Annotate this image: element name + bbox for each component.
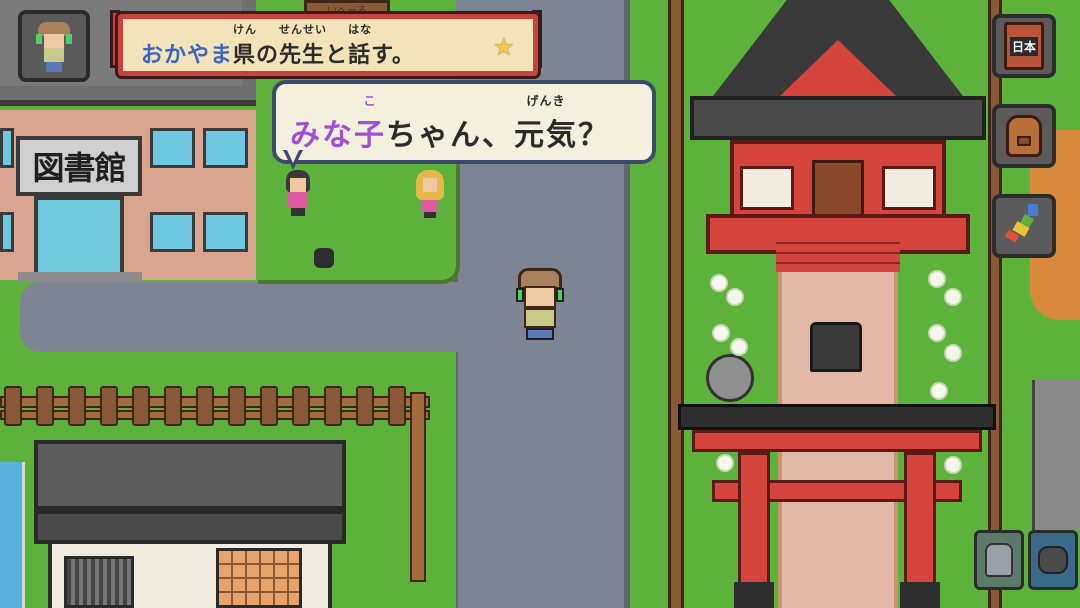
player-character[interactable]: [514, 268, 566, 342]
player-avatar-icon: [36, 22, 72, 72]
npc-minako[interactable]: [414, 170, 446, 218]
japan-map-icon: [1004, 204, 1044, 248]
dog-icon: [1038, 546, 1068, 574]
dictionary-button[interactable]: 日本: [992, 14, 1056, 78]
black-cat[interactable]: [314, 248, 334, 268]
backpack-icon: [1006, 115, 1042, 157]
flower: [728, 290, 742, 304]
torii-gate: [678, 404, 996, 608]
flower: [714, 326, 728, 340]
flower: [946, 346, 960, 360]
quest-sensei: せんせい 先生: [279, 23, 328, 68]
quest-hana: はな話: [348, 23, 373, 68]
dialog-name: みな: [290, 118, 354, 153]
flower: [732, 340, 746, 354]
library-sign-text: 図書館: [32, 149, 126, 187]
map-button[interactable]: [992, 194, 1056, 258]
stone-lantern: [706, 354, 754, 402]
flower: [930, 326, 944, 340]
wooden-fence: [0, 382, 430, 430]
fence-vertical: [410, 392, 426, 582]
dialog-text: みなこ子ちゃん、 げんき 元気？: [290, 94, 610, 153]
library-sign: 図書館: [16, 136, 142, 196]
dialog-genki: げんき 元気: [514, 94, 578, 153]
npc-boy[interactable]: [282, 170, 314, 216]
rock-wall: [1032, 380, 1080, 530]
flower: [946, 290, 960, 304]
quest-banner: おかやま けん 県の せんせい 先生と はな 話す。 ★: [118, 14, 538, 76]
dictionary-label: 日本: [1009, 36, 1038, 56]
quest-text: おかやま けん 県の せんせい 先生と はな 話す。: [141, 23, 415, 68]
star-icon: ★: [493, 33, 515, 61]
side-road: [20, 282, 460, 352]
pet-slot-dog[interactable]: [1028, 530, 1078, 590]
backpack-button[interactable]: [992, 104, 1056, 168]
shrine-building: [690, 0, 986, 272]
library-door[interactable]: [34, 196, 124, 282]
book-icon: 日本: [1004, 22, 1044, 70]
pond: [0, 462, 25, 608]
dialog-name-kanji: こ子: [354, 94, 386, 153]
flower: [932, 384, 946, 398]
flower: [712, 276, 726, 290]
quest-ken: けん県: [233, 23, 258, 68]
player-portrait-button[interactable]: [18, 10, 90, 82]
offering-box[interactable]: [810, 322, 862, 372]
dialog-bubble[interactable]: みなこ子ちゃん、 げんき 元気？: [272, 80, 656, 164]
pet-slot-cat[interactable]: [974, 530, 1024, 590]
cat-icon: [985, 543, 1013, 577]
japanese-house: [34, 440, 346, 608]
dialog-bubble-tail-inner: [287, 150, 299, 163]
quest-prefecture: おかやま: [141, 43, 234, 68]
flower: [930, 272, 944, 286]
